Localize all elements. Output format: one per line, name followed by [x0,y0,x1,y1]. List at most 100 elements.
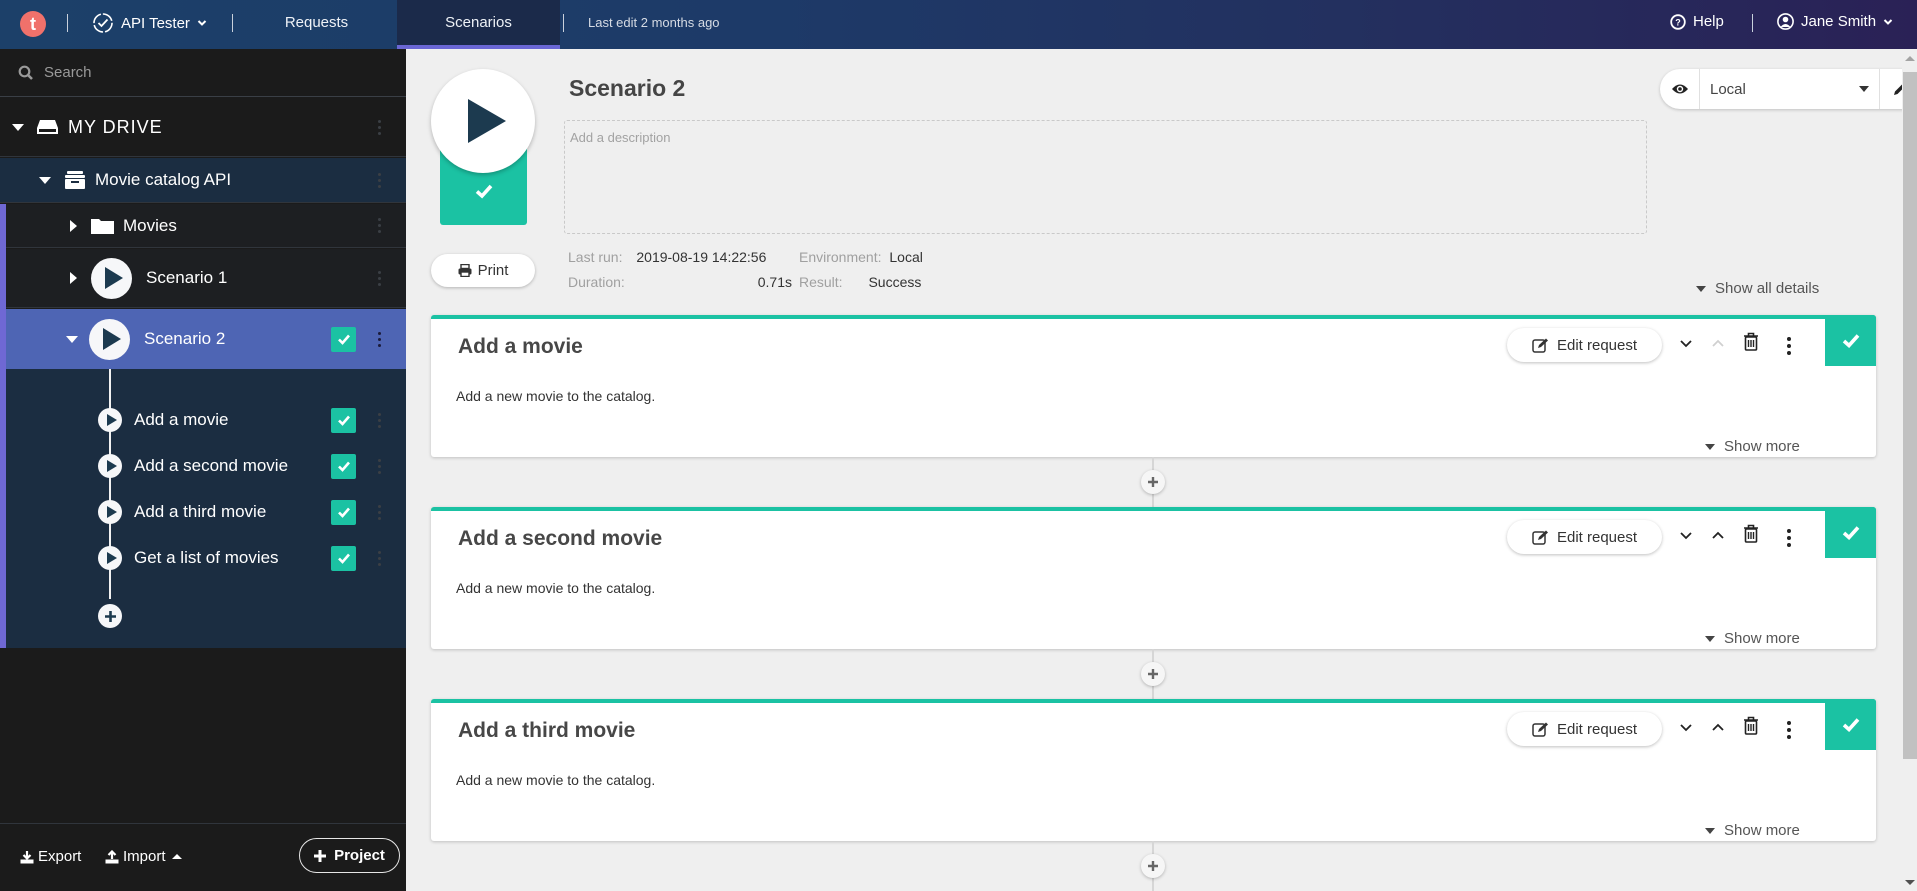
move-up-chevron-icon[interactable] [1711,336,1725,350]
question-circle-icon: ? [1670,13,1686,30]
meta-duration: Duration: [568,274,625,290]
import-button[interactable]: Import [105,848,182,865]
caret-up-icon [171,854,182,859]
more-options-icon[interactable] [378,270,382,286]
success-check-icon [331,407,356,433]
more-options-icon[interactable] [378,412,382,428]
more-options-icon[interactable] [1787,337,1791,355]
edit-request-button[interactable]: Edit request [1507,520,1662,554]
more-options-icon[interactable] [1787,721,1791,739]
tree-item-step[interactable]: Add a second movie [6,443,406,489]
move-down-chevron-icon[interactable] [1679,528,1693,542]
help-link[interactable]: ? Help [1670,13,1724,30]
play-icon[interactable] [91,257,132,299]
show-more-toggle[interactable]: Show more [1705,438,1800,455]
printer-icon [458,264,472,277]
export-button[interactable]: Export [20,848,81,865]
run-scenario-button[interactable] [431,69,535,173]
folder-label: Movies [123,215,177,235]
show-more-label: Show more [1724,438,1800,455]
caret-right-icon[interactable] [70,272,77,284]
play-icon[interactable] [98,454,122,478]
more-options-icon[interactable] [378,218,382,233]
eye-icon[interactable] [1660,69,1700,109]
plus-icon [104,610,116,622]
tree-item-scenario[interactable]: Scenario 1 [6,249,406,308]
caret-down-icon[interactable] [66,335,78,343]
user-avatar-icon [1777,13,1794,30]
move-down-chevron-icon[interactable] [1679,720,1693,734]
more-options-icon[interactable] [378,550,382,566]
archive-box-icon [65,171,85,189]
trash-icon[interactable] [1743,332,1759,351]
tree-item-step[interactable]: Add a movie [6,397,406,443]
scroll-down-arrow-icon[interactable] [1905,880,1915,885]
request-status-badge [1825,507,1876,558]
add-request-button[interactable] [1141,854,1165,878]
show-more-toggle[interactable]: Show more [1705,822,1800,839]
tree-item-my-drive[interactable]: MY DRIVE [0,98,406,157]
environment-selector: Local [1660,69,1917,109]
request-description: Add a new movie to the catalog. [456,580,656,596]
check-icon [475,184,493,199]
tree-item-step[interactable]: Add a third movie [6,489,406,535]
check-icon [1842,526,1859,540]
request-title[interactable]: Add a third movie [458,719,635,743]
tree-item-scenario-selected[interactable]: Scenario 2 [6,309,406,369]
drive-icon [37,120,58,134]
add-project-button[interactable]: Project [299,838,400,873]
caret-down-icon [1859,86,1869,92]
move-up-chevron-icon[interactable] [1711,720,1725,734]
add-step-button[interactable] [98,604,122,628]
move-down-chevron-icon[interactable] [1679,336,1693,350]
environment-select[interactable]: Local [1700,69,1880,109]
trash-icon[interactable] [1743,524,1759,543]
add-request-button[interactable] [1141,470,1165,494]
trash-icon[interactable] [1743,716,1759,735]
move-up-chevron-icon[interactable] [1711,528,1725,542]
caret-down-icon[interactable] [12,123,24,131]
request-description: Add a new movie to the catalog. [456,388,656,404]
user-name: Jane Smith [1801,13,1877,30]
search-input[interactable] [44,64,344,81]
meta-label: Result: [799,274,843,290]
request-title[interactable]: Add a movie [458,335,583,359]
page-title[interactable]: Scenario 2 [569,75,685,102]
more-options-icon[interactable] [378,504,382,520]
scrollbar[interactable] [1902,49,1917,891]
print-button[interactable]: Print [431,254,535,287]
tree-item-folder[interactable]: Movies [6,204,406,248]
description-field[interactable]: Add a description [564,120,1647,234]
scrollbar-thumb[interactable] [1903,72,1917,759]
tree-item-project[interactable]: Movie catalog API [0,158,406,203]
play-icon[interactable] [89,318,130,360]
more-options-icon[interactable] [378,119,382,135]
caret-down-icon[interactable] [39,176,51,184]
add-request-button[interactable] [1141,662,1165,686]
scroll-up-arrow-icon[interactable] [1905,56,1915,61]
show-all-details-toggle[interactable]: Show all details [1696,280,1819,297]
meta-value: 2019-08-19 14:22:56 [636,249,767,265]
play-icon[interactable] [98,500,122,524]
play-icon[interactable] [98,408,122,432]
drive-label: MY DRIVE [68,116,163,137]
play-icon[interactable] [98,546,122,570]
app-logo[interactable]: t [20,11,46,37]
tab-requests[interactable]: Requests [259,0,374,49]
tab-scenarios[interactable]: Scenarios [397,0,560,49]
show-more-toggle[interactable]: Show more [1705,630,1800,647]
svg-text:?: ? [1675,17,1681,27]
caret-down-icon [1696,285,1706,292]
edit-request-button[interactable]: Edit request [1507,712,1662,746]
more-options-icon[interactable] [1787,529,1791,547]
tree-item-step[interactable]: Get a list of movies [6,535,406,581]
more-options-icon[interactable] [378,331,382,347]
request-title[interactable]: Add a second movie [458,527,662,551]
more-options-icon[interactable] [378,458,382,474]
edit-request-button[interactable]: Edit request [1507,328,1662,362]
success-check-icon [331,545,356,571]
caret-right-icon[interactable] [70,219,77,232]
user-menu[interactable]: Jane Smith [1777,13,1893,30]
app-switcher[interactable]: API Tester [92,12,207,34]
more-options-icon[interactable] [378,172,382,188]
